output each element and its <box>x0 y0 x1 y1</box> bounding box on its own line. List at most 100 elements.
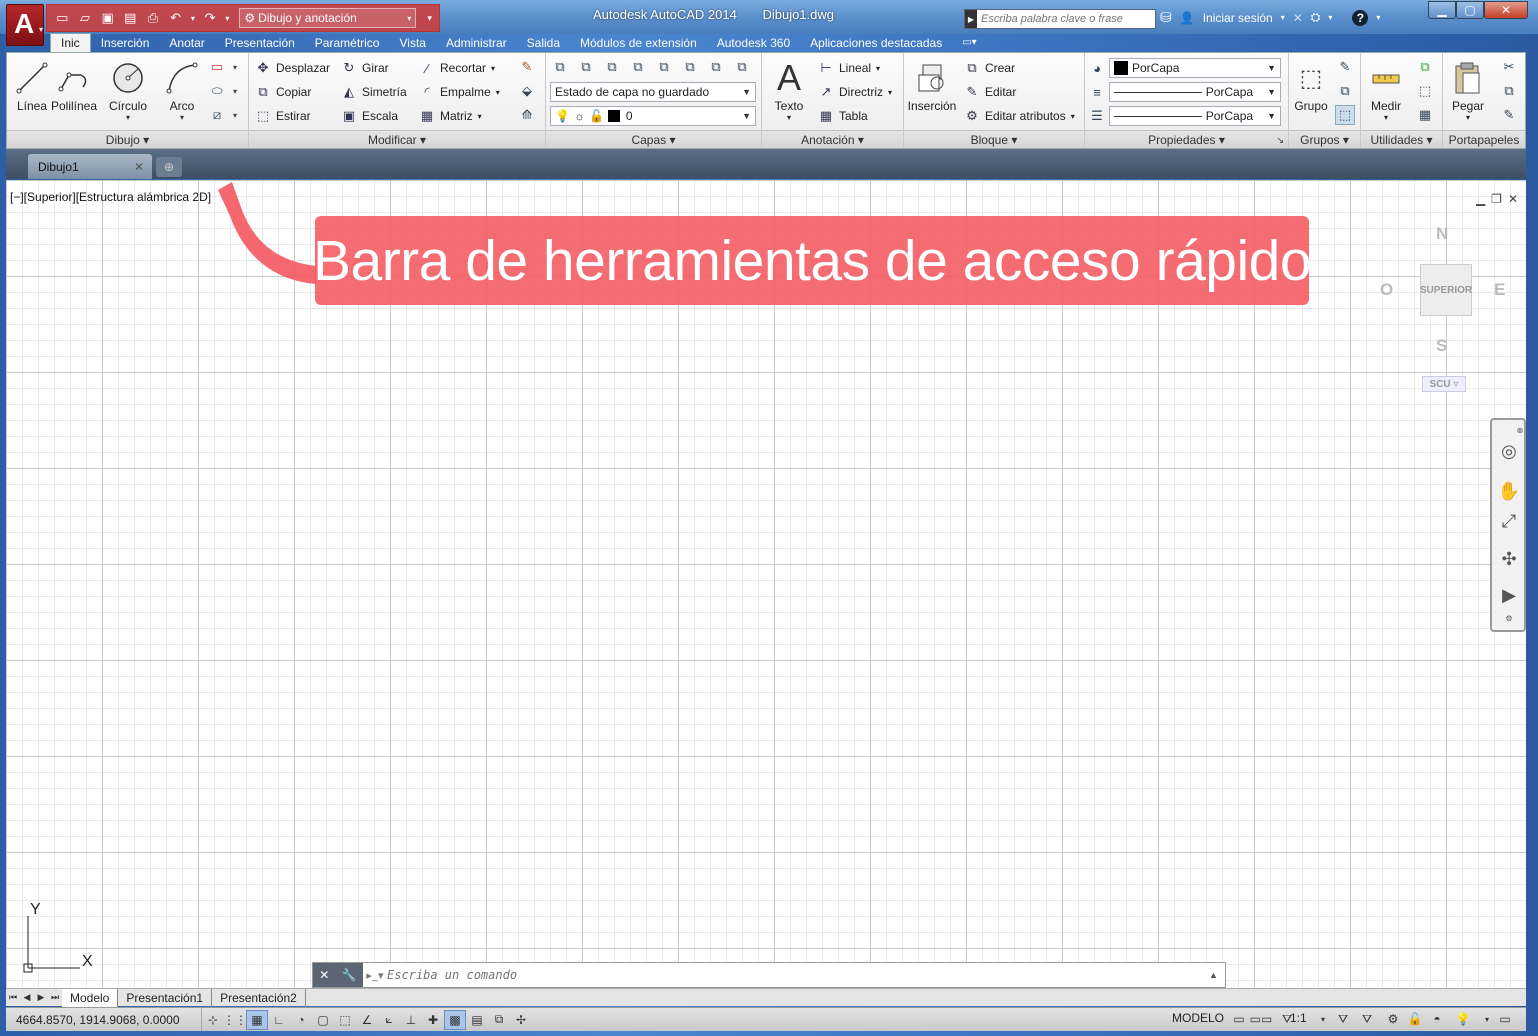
command-prompt-icon[interactable]: ▸_▾ <box>363 969 387 982</box>
arc-tool[interactable]: Arco ▾ <box>157 57 207 122</box>
steering-wheel-icon[interactable]: ◎ <box>1498 438 1520 464</box>
panel-title-portapapeles[interactable]: Portapapeles <box>1443 130 1525 148</box>
table-tool[interactable]: ▦ Tabla <box>818 106 868 126</box>
workspace-switching-icon[interactable]: ⚙ <box>1382 1009 1404 1029</box>
layer-freeze-icon[interactable]: ⧉ <box>706 57 726 77</box>
ribbon-options-icon[interactable]: ▭▾ <box>952 33 986 52</box>
transparency-icon[interactable]: ▩ <box>444 1009 466 1030</box>
tab-parametrico[interactable]: Paramétrico <box>305 33 390 52</box>
annotation-visibility-icon[interactable]: ⛛ <box>1332 1009 1354 1029</box>
rotate-tool[interactable]: ↻ Girar <box>341 58 389 78</box>
match-clip-icon[interactable]: ✎ <box>1499 105 1519 125</box>
wrench-icon[interactable]: 🔧 <box>342 968 357 982</box>
new-tab-button[interactable]: ⊕ <box>156 157 182 177</box>
polyline-tool[interactable]: Polilínea <box>49 57 99 113</box>
snap-mode-icon[interactable]: ⋮⋮ <box>223 1010 247 1030</box>
save-icon[interactable]: ▣ <box>98 9 117 28</box>
print-icon[interactable]: ⎙ <box>144 9 163 28</box>
quick-select-icon[interactable]: ⧉ <box>1415 57 1435 77</box>
dynamic-ucs-icon[interactable]: ⟀ <box>378 1010 400 1030</box>
layer-match-icon[interactable]: ⧉ <box>602 57 622 77</box>
chevron-down-icon[interactable]: ▾ <box>157 113 207 122</box>
viewcube-east[interactable]: E <box>1494 280 1505 300</box>
zoom-extents-icon[interactable]: ⤢ <box>1498 508 1520 534</box>
redo-dropdown-icon[interactable]: ▾ <box>223 9 231 28</box>
calculator-icon[interactable]: ▦ <box>1415 105 1435 125</box>
panel-title-dibujo[interactable]: Dibujo ▾ <box>7 130 248 148</box>
grid-display-icon[interactable]: ▦ <box>246 1009 268 1030</box>
panel-launcher-icon[interactable]: ↘ <box>1276 131 1284 149</box>
search-input[interactable] <box>977 13 1147 25</box>
viewcube-north[interactable]: N <box>1436 224 1448 244</box>
workspace-select[interactable]: ⚙ Dibujo y anotación ▾ <box>239 8 417 28</box>
array-tool[interactable]: ▦ Matriz ▾ <box>419 106 482 126</box>
clean-screen-icon[interactable]: ▭ <box>1494 1009 1516 1029</box>
select-all-icon[interactable]: ⬚ <box>1415 81 1435 101</box>
wcs-menu[interactable]: SCU ▿ <box>1422 376 1466 392</box>
isolate-objects-icon[interactable]: 💡 <box>1452 1009 1474 1029</box>
pan-hand-icon[interactable]: ✋ <box>1498 478 1520 504</box>
layer-states-icon[interactable]: ⧉ <box>576 57 596 77</box>
edit-block-tool[interactable]: ✎ Editar <box>964 82 1017 102</box>
help-icon[interactable]: ? <box>1352 9 1369 26</box>
layout-tab-presentacion2[interactable]: Presentación2 <box>212 988 306 1007</box>
coordinates-readout[interactable]: 4664.8570, 1914.9068, 0.0000 <box>6 1008 202 1031</box>
tab-salida[interactable]: Salida <box>517 33 570 52</box>
panel-title-utilidades[interactable]: Utilidades ▾ <box>1361 130 1442 148</box>
qat-menu-icon[interactable]: ▾ <box>420 9 439 28</box>
orbit-icon[interactable]: ✣ <box>1498 546 1520 572</box>
panel-title-modificar[interactable]: Modificar ▾ <box>249 130 545 148</box>
selection-cycling-icon[interactable]: ⧉ <box>488 1010 510 1030</box>
linear-dimension-tool[interactable]: ⊢ Lineal ▾ <box>818 58 880 78</box>
group-edit-icon[interactable]: ⧉ <box>1335 81 1355 101</box>
undo-dropdown-icon[interactable]: ▾ <box>189 9 197 28</box>
match-properties-icon[interactable]: ◕ <box>1087 58 1107 78</box>
polar-tracking-icon[interactable]: ◔ <box>290 1010 312 1030</box>
new-file-icon[interactable]: ▭ <box>53 9 72 28</box>
panel-title-bloque[interactable]: Bloque ▾ <box>904 130 1084 148</box>
cut-icon[interactable]: ✂ <box>1499 57 1519 77</box>
connect-icon[interactable]: ⛭ <box>1311 10 1321 25</box>
tab-insercion[interactable]: Inserción <box>91 33 160 52</box>
dynamic-input-icon[interactable]: ⊥ <box>400 1010 422 1030</box>
exchange-icon[interactable]: ✕ <box>1293 11 1303 25</box>
layout-tab-presentacion1[interactable]: Presentación1 <box>118 988 213 1007</box>
create-block-tool[interactable]: ⧉ Crear <box>964 58 1015 78</box>
layer-dropdown[interactable]: 💡 ☼ 🔓 0 ▼ <box>550 106 756 126</box>
tab-aplicaciones-destacadas[interactable]: Aplicaciones destacadas <box>800 33 952 52</box>
hatch-icon[interactable]: ⬭ <box>207 81 227 101</box>
color-dropdown[interactable]: PorCapa ▼ <box>1109 58 1281 78</box>
auto-scale-icon[interactable]: ⛛ <box>1356 1009 1378 1029</box>
layer-off-icon[interactable]: ⧉ <box>732 57 752 77</box>
circle-tool[interactable]: Círculo ▾ <box>103 57 153 122</box>
lineweight-dropdown[interactable]: PorCapa ▼ <box>1109 82 1281 102</box>
tab-presentacion[interactable]: Presentación <box>215 33 305 52</box>
drawing-area[interactable]: [−][Superior][Estructura alámbrica 2D] ▁… <box>6 180 1526 988</box>
object-snap-icon[interactable]: ▢ <box>312 1010 334 1030</box>
tab-anotar[interactable]: Anotar <box>159 33 214 52</box>
fillet-tool[interactable]: ◜ Empalme ▾ <box>419 82 499 102</box>
close-viewport-icon[interactable]: ✕ <box>1508 192 1518 206</box>
tab-modulos-extension[interactable]: Módulos de extensión <box>570 33 707 52</box>
measure-tool[interactable]: Medir ▾ <box>1363 57 1409 122</box>
save-as-icon[interactable]: ▤ <box>121 9 140 28</box>
lineweight-display-icon[interactable]: ✚ <box>422 1010 444 1030</box>
copy-tool[interactable]: ⧉ Copiar <box>255 82 311 102</box>
command-history-icon[interactable]: ▲ <box>1209 970 1225 980</box>
insert-block-tool[interactable]: Inserción <box>906 57 958 113</box>
panel-title-propiedades[interactable]: Propiedades ▾ ↘ <box>1085 130 1288 148</box>
scale-tool[interactable]: ▣ Escala <box>341 106 398 126</box>
layer-unisolate-icon[interactable]: ⧉ <box>680 57 700 77</box>
first-layout-icon[interactable]: ⏮ <box>6 992 20 1003</box>
maximize-button[interactable]: ▢ <box>1456 1 1484 19</box>
chevron-down-icon[interactable]: ▾ <box>225 81 245 101</box>
undo-icon[interactable]: ↶ <box>166 9 185 28</box>
quick-view-drawings-icon[interactable]: ▭▭ <box>1250 1009 1273 1029</box>
layer-isolate-icon[interactable]: ⧉ <box>654 57 674 77</box>
trim-tool[interactable]: ⁄ Recortar ▾ <box>419 58 495 78</box>
command-line-grip[interactable]: ✕ 🔧 <box>313 963 363 987</box>
group-tool[interactable]: ⬚ Grupo <box>1289 57 1333 114</box>
ortho-mode-icon[interactable]: ∟ <box>268 1010 290 1030</box>
hardware-acceleration-icon[interactable]: ◓ <box>1426 1009 1448 1029</box>
ungroup-icon[interactable]: ✎ <box>1335 57 1355 77</box>
